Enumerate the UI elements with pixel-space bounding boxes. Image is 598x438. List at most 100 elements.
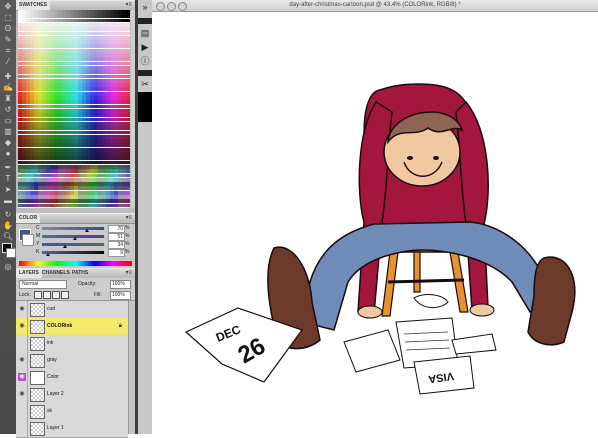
document-title-bar: day-after-christmas-cartoon.psd @ 43.4% … [152,0,598,12]
info-icon[interactable]: ⓘ [140,56,150,66]
eye-off-icon[interactable] [18,339,26,347]
type-tool-icon[interactable]: T [3,174,13,184]
opacity-input[interactable]: 100% [110,280,131,289]
tab-layers[interactable]: LAYERS [16,269,42,278]
zoom-tool-icon[interactable]: 🔍︎ [3,232,13,242]
layer-row[interactable]: ◉ Layer 2 [16,386,128,404]
fill-input[interactable]: 100% [110,291,131,300]
tab-swatches[interactable]: SWATCHES [16,1,50,10]
layer-row[interactable]: sk [16,403,128,421]
swatches-grid[interactable] [18,10,130,208]
shape-tool-icon[interactable]: ▬ [3,196,13,206]
slider-thumb[interactable] [46,253,50,256]
eyedropper-icon[interactable]: ⁄ [3,57,13,67]
layer-name: gray [47,357,57,363]
opacity-label: Opacity: [78,281,97,287]
percent-label: % [125,233,130,239]
eye-icon[interactable]: ◉ [18,305,26,313]
cyan-value-input[interactable]: 70 [108,225,125,233]
panel-menu-icon[interactable]: ▾≡ [125,1,132,10]
quick-mask-icon[interactable]: ◎ [3,262,13,272]
layer-thumbnail [30,388,45,402]
hand-tool-icon[interactable]: ✋ [3,221,13,231]
layer-row[interactable]: Layer 1 [16,420,128,438]
pen-tool-icon[interactable]: ✒ [3,163,13,173]
yellow-value-input[interactable]: 34 [108,241,125,249]
crop-tool-icon[interactable]: ⌗ [3,46,13,56]
tools-panel: ✥ ⬚ ʘ ✎ ⌗ ⁄ ✚ ✍ ♜ ↺ ▭ ▥ ◆ ● ✒ T ➤ ▬ ↻ ✋ … [0,0,17,434]
left-hand [357,305,383,319]
percent-label: % [125,241,130,247]
right-hand [469,303,495,317]
channel-label: C [36,225,40,231]
quick-select-icon[interactable]: ✎ [3,35,13,45]
color-spectrum-bar[interactable] [19,261,132,266]
eye-icon[interactable]: ◉ [18,356,26,364]
history-icon[interactable]: ▤ [140,28,150,38]
actions-icon[interactable]: ▶ [140,42,150,52]
fill-label: Fill: [94,292,102,298]
marquee-tool-icon[interactable]: ⬚ [3,13,13,23]
layer-row-active[interactable]: ◉ COLORink 🔒︎ [16,318,128,336]
cartoon-artwork: DEC 26 VISA [184,83,576,395]
document-canvas[interactable]: DEC 26 VISA [152,12,598,434]
blur-icon[interactable]: ◆ [3,138,13,148]
black-value-input[interactable]: 9 [108,249,125,257]
character-icon[interactable]: ✂ [140,79,150,89]
yellow-slider[interactable] [42,243,104,246]
layer-thumbnail [30,371,45,385]
lock-all-icon[interactable] [61,291,69,299]
black-slider[interactable] [42,251,104,254]
color-background-swatch[interactable] [22,234,34,246]
color-panel: C 70 % M 51 % Y 34 % K 9 % [16,224,135,268]
3d-rotate-icon[interactable]: ↻ [3,210,13,220]
clone-stamp-icon[interactable]: ♜ [3,94,13,104]
panel-dock: SWATCHES ▾≡ COLOR ▾≡ C 70 % M 51 % Y 34 [16,0,136,438]
cyan-slider[interactable] [42,227,104,230]
eye-off-icon[interactable] [18,424,26,432]
dodge-icon[interactable]: ● [3,149,13,159]
percent-label: % [125,249,130,255]
tab-channels[interactable]: CHANNELS [39,269,73,278]
eye-icon[interactable]: ◉ [18,322,26,330]
lasso-tool-icon[interactable]: ʘ [3,24,13,34]
tab-color[interactable]: COLOR [16,214,41,223]
eye-icon[interactable]: ◉ [18,373,26,381]
double-arrow-icon[interactable]: » [140,2,150,12]
brush-tool-icon[interactable]: ✍ [3,83,13,93]
percent-label: % [125,225,130,231]
slider-thumb[interactable] [73,237,77,240]
magenta-value-input[interactable]: 51 [108,233,125,241]
panel-menu-icon[interactable]: ▾≡ [125,269,132,278]
lock-transparency-icon[interactable] [34,291,42,299]
background-color-swatch[interactable] [6,248,16,258]
lock-position-icon[interactable] [52,291,60,299]
channel-label: Y [36,241,40,247]
move-tool-icon[interactable]: ✥ [3,2,13,12]
layer-row[interactable]: ◉ Color [16,369,128,387]
layer-name: Layer 2 [47,391,64,397]
blend-mode-select[interactable]: Normal [19,280,67,289]
eraser-icon[interactable]: ▭ [3,116,13,126]
color-row-yellow: Y 34 % [36,241,133,249]
gradient-icon[interactable]: ▥ [3,127,13,137]
channel-label: K [36,249,40,255]
layer-row[interactable]: ◉ gray [16,352,128,370]
layer-row[interactable]: ink [16,335,128,353]
layer-name: Color [47,374,59,380]
history-brush-icon[interactable]: ↺ [3,105,13,115]
eye-off-icon[interactable] [18,407,26,415]
path-select-icon[interactable]: ➤ [3,185,13,195]
layer-row[interactable]: ◉ cud [16,301,128,319]
panel-menu-icon[interactable]: ▾≡ [125,214,132,223]
layer-name: Layer 1 [47,425,64,431]
layer-name: COLORink [47,323,73,329]
slider-thumb[interactable] [85,229,89,232]
tab-paths[interactable]: PATHS [69,269,91,278]
layer-thumbnail [30,354,45,368]
healing-brush-icon[interactable]: ✚ [3,72,13,82]
layer-thumbnail [30,303,45,317]
eye-icon[interactable]: ◉ [18,390,26,398]
slider-thumb[interactable] [63,245,67,248]
lock-pixels-icon[interactable] [43,291,51,299]
